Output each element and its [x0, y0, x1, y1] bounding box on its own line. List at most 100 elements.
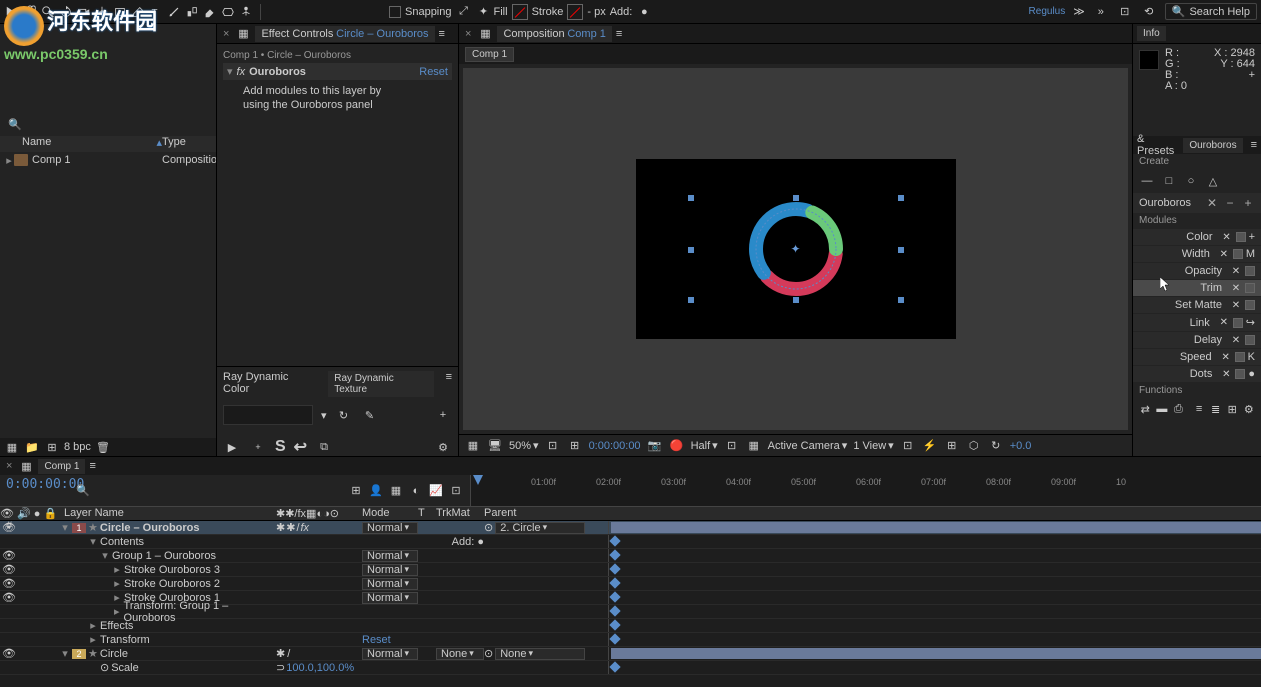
folder-icon[interactable]: 📁: [24, 439, 40, 455]
effect-controls-tab[interactable]: Effect Controls Circle – Ouroboros: [255, 26, 434, 42]
module-trim[interactable]: Trim✕: [1133, 280, 1261, 296]
comp-tab-menu-icon[interactable]: ≡: [616, 28, 622, 40]
new-comp-icon[interactable]: ⊞: [44, 439, 60, 455]
tl-close-icon[interactable]: ×: [4, 460, 14, 472]
module-remove-icon[interactable]: ✕: [1230, 265, 1242, 277]
alpha-icon[interactable]: ▦: [465, 438, 481, 454]
func-icon-4[interactable]: ≡: [1193, 402, 1206, 416]
layer-plus-icon[interactable]: +: [1241, 196, 1255, 210]
selection-tool-icon[interactable]: [4, 4, 20, 20]
func-icon-1[interactable]: ⇄: [1139, 402, 1152, 416]
func-icon-6[interactable]: ⊞: [1226, 402, 1239, 416]
stroke-swatch[interactable]: [567, 4, 583, 20]
comp-close-icon[interactable]: ×: [463, 28, 473, 40]
module-swatch[interactable]: [1245, 266, 1255, 276]
module-remove-icon[interactable]: ✕: [1230, 334, 1242, 346]
triangle-shape-icon[interactable]: △: [1205, 173, 1221, 189]
tl-draft-3d-icon[interactable]: ⊡: [448, 483, 464, 499]
eraser-tool-icon[interactable]: [202, 4, 218, 20]
module-swatch[interactable]: [1245, 283, 1255, 293]
add-texture-icon[interactable]: +: [434, 406, 452, 424]
text-tool-icon[interactable]: T: [148, 4, 164, 20]
module-remove-icon[interactable]: ✕: [1218, 317, 1230, 329]
effects-row[interactable]: ▸Effects: [0, 619, 1261, 633]
snapping-toggle[interactable]: Snapping ⤢ ✦: [389, 4, 492, 20]
effect-row[interactable]: ▾fx Ouroboros Reset: [223, 63, 452, 80]
panel-lock-icon[interactable]: ▦: [235, 26, 251, 42]
exposure-value[interactable]: +0.0: [1010, 440, 1032, 452]
stroke2-row[interactable]: 👁 ▸Stroke Ouroboros 2 Normal ▾: [0, 577, 1261, 591]
tl-lock-icon[interactable]: ▦: [18, 458, 34, 474]
effect-reset-link[interactable]: Reset: [419, 66, 448, 78]
composition-viewer[interactable]: ✦: [463, 68, 1128, 430]
ouro-layer-row[interactable]: Ouroboros ✕ − +: [1133, 193, 1261, 213]
stroke3-row[interactable]: 👁 ▸Stroke Ouroboros 3 Normal ▾: [0, 563, 1261, 577]
tab-menu-icon[interactable]: ≡: [439, 28, 445, 40]
circle-shape-icon[interactable]: ○: [1183, 173, 1199, 189]
module-remove-icon[interactable]: ✕: [1220, 351, 1232, 363]
module-swatch[interactable]: [1245, 335, 1255, 345]
module-swatch[interactable]: [1235, 369, 1245, 379]
interpret-icon[interactable]: ▦: [4, 439, 20, 455]
playhead[interactable]: [473, 475, 483, 485]
rotate-tool-icon[interactable]: [58, 4, 74, 20]
bpc-label[interactable]: 8 bpc: [64, 441, 91, 453]
tl-motion-blur-icon[interactable]: ◐: [408, 483, 424, 499]
puppet-tool-icon[interactable]: [238, 4, 254, 20]
tl-search-icon[interactable]: 🔍: [76, 484, 90, 497]
zoom-dropdown[interactable]: 50% ▾: [509, 439, 539, 452]
workspace-name[interactable]: Regulus: [1029, 6, 1066, 17]
module-swatch[interactable]: [1235, 352, 1245, 362]
contents-row[interactable]: ▾Contents Add: ●: [0, 535, 1261, 549]
tl-frame-blend-icon[interactable]: ▦: [388, 483, 404, 499]
resolution-dropdown[interactable]: Half ▾: [691, 439, 718, 452]
ruler-icon[interactable]: ⊡: [545, 438, 561, 454]
ouroboros-ring-shape[interactable]: ✦: [742, 195, 850, 303]
comp-time[interactable]: 0:00:00:00: [589, 440, 641, 452]
module-width[interactable]: Width✕M: [1133, 246, 1261, 262]
tl-shy-icon[interactable]: 👤: [368, 483, 384, 499]
scale-row[interactable]: ⊙ Scale ⊃ 100.0,100.0%: [0, 661, 1261, 675]
workspace-overflow-icon[interactable]: »: [1093, 4, 1109, 20]
sync-icon[interactable]: ⊡: [1117, 4, 1133, 20]
time-ruler[interactable]: 01:00f 02:00f 03:00f 04:00f 05:00f 06:00…: [470, 475, 1261, 506]
copy-icon[interactable]: ⧉: [315, 438, 333, 456]
camera-dropdown[interactable]: Active Camera ▾: [768, 439, 848, 452]
roto-tool-icon[interactable]: [220, 4, 236, 20]
module-remove-icon[interactable]: ✕: [1230, 299, 1242, 311]
ray-tab-color[interactable]: Ray Dynamic Color: [223, 371, 316, 397]
module-delay[interactable]: Delay✕: [1133, 332, 1261, 348]
reset-workspace-icon[interactable]: ⟲: [1141, 4, 1157, 20]
square-shape-icon[interactable]: □: [1161, 173, 1177, 189]
edit-icon[interactable]: ✎: [361, 406, 379, 424]
add-small-icon[interactable]: +: [249, 438, 267, 456]
ray-menu-icon[interactable]: ≡: [446, 371, 452, 397]
snapshot-icon[interactable]: 📷: [647, 438, 663, 454]
tl-graph-icon[interactable]: 📈: [428, 483, 444, 499]
func-icon-2[interactable]: ▬: [1156, 402, 1169, 416]
module-swatch[interactable]: [1236, 232, 1246, 242]
module-opacity[interactable]: Opacity✕: [1133, 263, 1261, 279]
comp-breadcrumb[interactable]: Comp 1: [465, 47, 514, 62]
layer-remove-icon[interactable]: ✕: [1205, 196, 1219, 210]
layer-minus-icon[interactable]: −: [1223, 196, 1237, 210]
ouroboros-tab[interactable]: Ouroboros: [1183, 138, 1242, 153]
line-shape-icon[interactable]: —: [1139, 173, 1155, 189]
module-remove-icon[interactable]: ✕: [1220, 368, 1232, 380]
module-dots[interactable]: Dots✕●: [1133, 366, 1261, 382]
ray-tab-texture[interactable]: Ray Dynamic Texture: [328, 371, 433, 397]
current-time[interactable]: 0:00:00:00: [6, 477, 64, 492]
comp-lock-icon[interactable]: ▦: [477, 26, 493, 42]
module-swatch[interactable]: [1233, 318, 1243, 328]
module-remove-icon[interactable]: ✕: [1218, 248, 1230, 260]
brush-tool-icon[interactable]: [166, 4, 182, 20]
refresh-icon[interactable]: ↻: [335, 406, 353, 424]
texture-dropdown[interactable]: [223, 405, 313, 425]
clone-tool-icon[interactable]: [184, 4, 200, 20]
magnify-icon[interactable]: 🖥: [487, 438, 503, 454]
grid-icon[interactable]: ⊞: [567, 438, 583, 454]
play-icon[interactable]: ▶: [223, 438, 241, 456]
group-row[interactable]: 👁 ▾Group 1 – Ouroboros Normal ▾: [0, 549, 1261, 563]
roi-icon[interactable]: ⊡: [724, 438, 740, 454]
transform-row[interactable]: ▸Transform Reset: [0, 633, 1261, 647]
